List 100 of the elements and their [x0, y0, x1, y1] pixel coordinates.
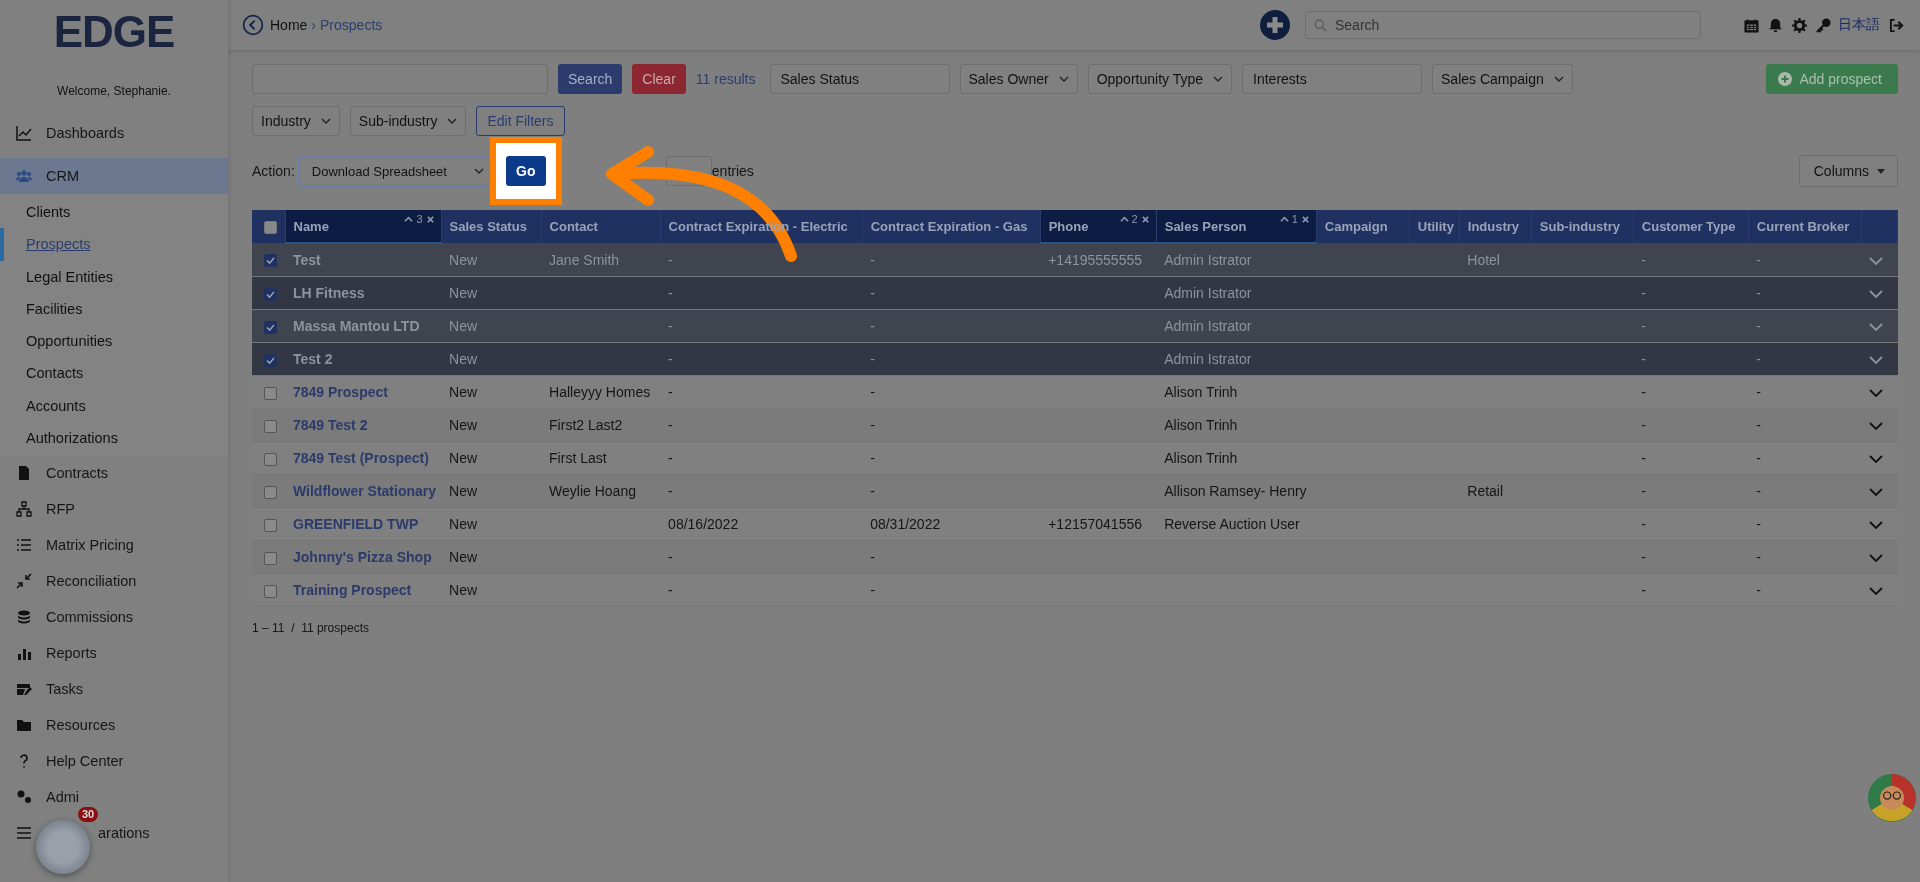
breadcrumb-link[interactable]: Home — [270, 17, 308, 33]
column-header[interactable]: Sub-industry — [1531, 210, 1634, 243]
table-row[interactable]: Johnny's Pizza Shop New - - - - — [252, 540, 1898, 574]
prospect-link[interactable]: Wildflower Stationary — [293, 483, 436, 499]
sidebar-item[interactable]: CRM — [0, 158, 228, 194]
sidebar-item[interactable]: Dashboards — [0, 122, 228, 144]
row-checkbox[interactable] — [264, 452, 277, 466]
table-row[interactable]: 7849 Prospect New Halleyyy Homes - - Alison Trinh - - — [252, 375, 1898, 409]
row-checkbox[interactable] — [264, 584, 277, 598]
chevron-down-icon[interactable] — [1869, 389, 1884, 397]
column-header[interactable]: Contact — [541, 210, 661, 243]
close-icon[interactable] — [1300, 215, 1310, 223]
column-header[interactable]: Name 3 — [285, 210, 442, 243]
prospect-link[interactable]: Massa Mantou LTD — [293, 318, 420, 334]
edit-filters-button[interactable]: Edit Filters — [476, 106, 565, 136]
sidebar-item[interactable]: Reconciliation — [0, 570, 228, 593]
sidebar-subitem[interactable]: Prospects — [0, 228, 228, 261]
table-row[interactable]: Massa Mantou LTD New - - Admin Istrator - - — [252, 309, 1898, 343]
chevron-down-icon[interactable] — [1869, 290, 1884, 298]
sort-up-icon[interactable] — [1119, 215, 1129, 223]
sidebar-item[interactable]: Tasks — [0, 678, 228, 701]
row-checkbox[interactable] — [264, 518, 277, 532]
prospect-link[interactable]: Test — [293, 252, 321, 268]
chevron-down-icon[interactable] — [1869, 488, 1884, 496]
mascot-icon[interactable] — [1868, 774, 1916, 822]
select-all-checkbox[interactable] — [264, 221, 277, 235]
prospect-link[interactable]: Training Prospect — [293, 582, 412, 598]
column-header[interactable]: Phone 2 — [1040, 210, 1157, 243]
column-header[interactable]: Sales Person 1 — [1156, 210, 1317, 243]
row-checkbox[interactable] — [264, 320, 277, 334]
filter-field[interactable]: Sales Status — [769, 64, 950, 94]
row-checkbox[interactable] — [264, 353, 277, 367]
sidebar-item[interactable]: Commissions — [0, 606, 228, 629]
prospect-link[interactable]: Johnny's Pizza Shop — [293, 549, 432, 565]
chevron-down-icon[interactable] — [1869, 587, 1884, 595]
sidebar-item[interactable]: Help Center — [0, 750, 228, 773]
table-row[interactable]: Test New Jane Smith - - +14195555555 Admin Istrator Hotel - - — [252, 243, 1898, 277]
table-row[interactable]: 7849 Test 2 New First2 Last2 - - Alison Trinh - - — [252, 408, 1898, 442]
filter-dropdown[interactable]: Industry — [252, 106, 340, 136]
column-header[interactable]: Industry — [1459, 210, 1532, 243]
row-checkbox[interactable] — [264, 419, 277, 433]
column-header[interactable]: Campaign — [1316, 210, 1410, 243]
table-row[interactable]: Test 2 New - - Admin Istrator - - — [252, 342, 1898, 376]
close-icon[interactable] — [425, 215, 435, 223]
sidebar-subitem[interactable]: Authorizations — [0, 422, 228, 455]
sort-up-icon[interactable] — [1279, 215, 1289, 223]
sidebar-item[interactable]: arations — [0, 822, 228, 845]
sidebar-subitem[interactable]: Contacts — [0, 357, 228, 390]
filter-dropdown[interactable]: Sales Campaign — [1432, 64, 1573, 94]
prospect-link[interactable]: LH Fitness — [293, 285, 365, 301]
chevron-down-icon[interactable] — [1869, 323, 1884, 331]
column-header[interactable]: Utility — [1409, 210, 1460, 243]
columns-button[interactable]: Columns — [1798, 155, 1898, 187]
filter-field[interactable]: Interests — [1242, 64, 1423, 94]
add-icon[interactable] — [1260, 10, 1290, 40]
bell-icon[interactable] — [1768, 17, 1783, 33]
prospect-link[interactable]: GREENFIELD TWP — [293, 516, 419, 532]
prospect-link[interactable]: 7849 Test (Prospect) — [293, 450, 429, 466]
sidebar-item[interactable]: Reports — [0, 642, 228, 665]
sidebar-subitem[interactable]: Clients — [0, 196, 228, 229]
row-checkbox[interactable] — [264, 551, 277, 565]
key-icon[interactable] — [1816, 17, 1831, 33]
clear-button[interactable]: Clear — [632, 64, 686, 94]
go-button[interactable]: Go — [505, 156, 546, 186]
row-checkbox[interactable] — [264, 485, 277, 499]
prospect-link[interactable]: 7849 Test 2 — [293, 417, 368, 433]
sidebar-item[interactable]: RFP — [0, 498, 228, 521]
calendar-icon[interactable] — [1744, 17, 1759, 33]
filter-dropdown[interactable]: Sub-industry — [349, 106, 467, 136]
sidebar-item[interactable]: Admi — [0, 786, 228, 809]
back-icon[interactable] — [242, 14, 264, 36]
sort-up-icon[interactable] — [404, 215, 414, 223]
sidebar-item[interactable]: Contracts — [0, 462, 228, 485]
chevron-down-icon[interactable] — [1869, 554, 1884, 562]
row-checkbox[interactable] — [264, 386, 277, 400]
settings-icon[interactable] — [1792, 17, 1807, 33]
sidebar-item[interactable]: Matrix Pricing — [0, 534, 228, 557]
chevron-down-icon[interactable] — [1869, 422, 1884, 430]
table-row[interactable]: 7849 Test (Prospect) New First Last - - Alison Trinh - - — [252, 441, 1898, 475]
search-button[interactable]: Search — [558, 64, 623, 94]
sidebar-subitem[interactable]: Facilities — [0, 292, 228, 326]
prospect-link[interactable]: Test 2 — [293, 351, 333, 367]
chevron-down-icon[interactable] — [1869, 356, 1884, 364]
filter-dropdown[interactable]: Sales Owner — [959, 64, 1078, 94]
sign-out-icon[interactable] — [1889, 17, 1904, 33]
language-link[interactable]: 日本語 — [1838, 16, 1880, 34]
chevron-down-icon[interactable] — [1869, 455, 1884, 463]
filter-dropdown[interactable]: Opportunity Type — [1087, 64, 1233, 94]
chevron-down-icon[interactable] — [1869, 521, 1884, 529]
sidebar-subitem[interactable]: Accounts — [0, 389, 228, 423]
add-prospect-button[interactable]: Add prospect — [1765, 64, 1898, 94]
column-header[interactable]: Sales Status — [441, 210, 542, 243]
table-row[interactable]: GREENFIELD TWP New 08/16/2022 08/31/2022 +12157041556 Reverse Auction User - - — [252, 507, 1898, 541]
prospect-link[interactable]: 7849 Prospect — [293, 384, 388, 400]
table-row[interactable]: LH Fitness New - - Admin Istrator - - — [252, 276, 1898, 310]
close-icon[interactable] — [1140, 215, 1150, 223]
row-checkbox[interactable] — [264, 287, 277, 301]
table-row[interactable]: Training Prospect New - - - - — [252, 573, 1898, 607]
search-field[interactable]: Search — [1305, 11, 1701, 39]
column-header[interactable]: Current Broker — [1748, 210, 1862, 243]
